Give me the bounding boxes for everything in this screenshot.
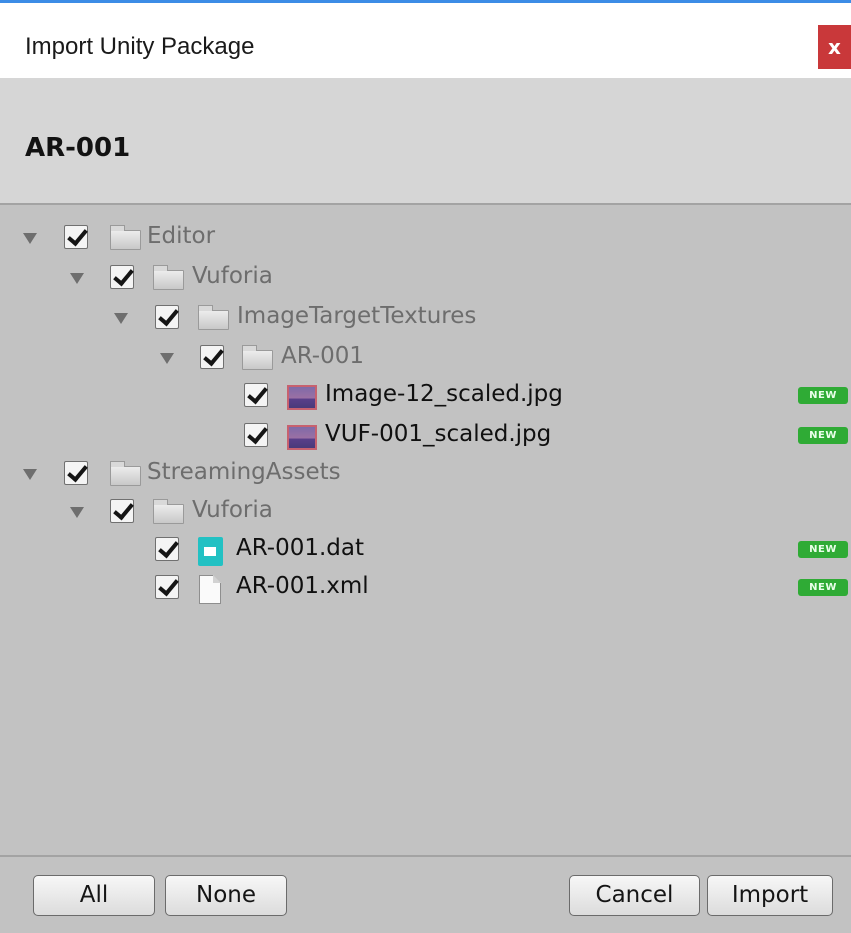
asset-tree: Editor Vuforia ImageTargetTextures AR-00… bbox=[0, 205, 851, 855]
expand-arrow-icon[interactable] bbox=[23, 233, 37, 244]
checkbox[interactable] bbox=[64, 461, 88, 485]
cancel-button[interactable]: Cancel bbox=[569, 875, 700, 916]
window-title: Import Unity Package bbox=[25, 33, 255, 60]
checkbox[interactable] bbox=[110, 265, 134, 289]
tree-item-label: Image-12_scaled.jpg bbox=[325, 381, 563, 407]
checkbox[interactable] bbox=[64, 225, 88, 249]
folder-icon bbox=[110, 461, 141, 486]
close-button[interactable]: x bbox=[818, 25, 851, 69]
tree-row-image-12[interactable]: Image-12_scaled.jpg NEW bbox=[0, 377, 851, 417]
select-none-button[interactable]: None bbox=[165, 875, 287, 916]
tree-row-vuf-001[interactable]: VUF-001_scaled.jpg NEW bbox=[0, 417, 851, 457]
folder-icon bbox=[242, 345, 273, 370]
tree-item-label: VUF-001_scaled.jpg bbox=[325, 421, 552, 447]
tree-row-streaming-assets[interactable]: StreamingAssets bbox=[0, 455, 851, 495]
checkbox[interactable] bbox=[200, 345, 224, 369]
tree-row-editor[interactable]: Editor bbox=[0, 219, 851, 259]
tree-item-label: Vuforia bbox=[192, 263, 273, 289]
new-badge: NEW bbox=[798, 387, 848, 404]
checkbox[interactable] bbox=[155, 575, 179, 599]
tree-item-label: AR-001.xml bbox=[236, 573, 369, 599]
tree-item-label: Editor bbox=[147, 223, 216, 249]
new-badge: NEW bbox=[798, 427, 848, 444]
image-file-icon bbox=[287, 385, 317, 410]
tree-row-vuforia[interactable]: Vuforia bbox=[0, 259, 851, 299]
tree-item-label: StreamingAssets bbox=[147, 459, 341, 485]
tree-row-vuforia-2[interactable]: Vuforia bbox=[0, 493, 851, 533]
expand-arrow-icon[interactable] bbox=[70, 507, 84, 518]
package-name: AR-001 bbox=[25, 133, 131, 163]
tree-row-ar-001-folder[interactable]: AR-001 bbox=[0, 339, 851, 379]
folder-icon bbox=[110, 225, 141, 250]
checkbox[interactable] bbox=[110, 499, 134, 523]
expand-arrow-icon[interactable] bbox=[23, 469, 37, 480]
select-all-button[interactable]: All bbox=[33, 875, 155, 916]
new-badge: NEW bbox=[798, 541, 848, 558]
image-file-icon bbox=[287, 425, 317, 450]
document-file-icon bbox=[199, 575, 221, 604]
checkbox[interactable] bbox=[244, 383, 268, 407]
checkbox[interactable] bbox=[155, 537, 179, 561]
tree-row-ar-001-dat[interactable]: AR-001.dat NEW bbox=[0, 531, 851, 571]
expand-arrow-icon[interactable] bbox=[114, 313, 128, 324]
tree-item-label: Vuforia bbox=[192, 497, 273, 523]
tree-item-label: ImageTargetTextures bbox=[237, 303, 477, 329]
expand-arrow-icon[interactable] bbox=[70, 273, 84, 284]
tree-item-label: AR-001 bbox=[281, 343, 364, 369]
folder-icon bbox=[153, 265, 184, 290]
expand-arrow-icon[interactable] bbox=[160, 353, 174, 364]
package-header: AR-001 bbox=[0, 78, 851, 205]
folder-icon bbox=[198, 305, 229, 330]
import-button[interactable]: Import bbox=[707, 875, 833, 916]
tree-row-image-target-textures[interactable]: ImageTargetTextures bbox=[0, 299, 851, 339]
footer-bar: All None Cancel Import bbox=[0, 855, 851, 933]
checkbox[interactable] bbox=[155, 305, 179, 329]
tree-item-label: AR-001.dat bbox=[236, 535, 365, 561]
checkbox[interactable] bbox=[244, 423, 268, 447]
title-bar: Import Unity Package x bbox=[0, 0, 851, 78]
tree-row-ar-001-xml[interactable]: AR-001.xml NEW bbox=[0, 569, 851, 609]
folder-icon bbox=[153, 499, 184, 524]
video-file-icon bbox=[198, 537, 223, 566]
new-badge: NEW bbox=[798, 579, 848, 596]
